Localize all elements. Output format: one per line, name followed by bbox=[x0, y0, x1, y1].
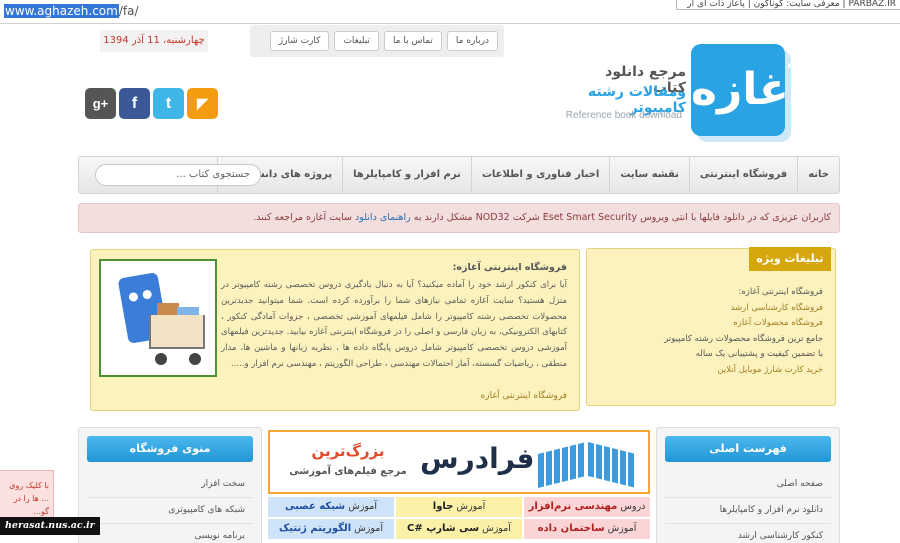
top-nav: درباره ما تماس با ما تبلیغات کارت شارژ bbox=[250, 25, 504, 57]
ads-link[interactable]: فروشگاه کارشناسی ارشد bbox=[597, 301, 823, 317]
online-shop-intro: فروشگاه اینترنتی آغازه: آیا برای کنکور ا… bbox=[90, 249, 580, 411]
logo-subtitle: Reference book download bbox=[565, 110, 682, 121]
main-nav: خانه فروشگاه اینترنتی نقشه سایت اخبار فن… bbox=[78, 156, 840, 194]
url-host: www.aghazeh.com bbox=[4, 4, 119, 18]
shop-menu-list: سخت افزار شبکه های کامپیوتری برنامه نویس… bbox=[87, 472, 253, 543]
special-ads-box: تبلیغات ویژه فروشگاه اینترنتی آغازه: فرو… bbox=[586, 247, 836, 406]
nav-item-tech-news[interactable]: اخبار فناوری و اطلاعات bbox=[470, 157, 610, 193]
shop-intro-link[interactable]: فروشگاه اینترنتی آغازه bbox=[481, 391, 567, 401]
course-link[interactable]: آموزش الگوریتم ژنتیک bbox=[268, 519, 394, 539]
side-floating-note[interactable]: با کلیک روی ... ها را در گو... bbox=[0, 470, 54, 518]
shop-menu: منوی فروشگاه سخت افزار شبکه های کامپیوتر… bbox=[78, 427, 262, 543]
notice-text-after: سایت آغازه مراجعه کنند. bbox=[253, 212, 352, 223]
main-menu: فهرست اصلی صفحه اصلی دانلود نرم افزار و … bbox=[656, 427, 840, 543]
course-link[interactable]: آموزش ساختمان داده bbox=[524, 519, 650, 539]
shopping-cart-icon bbox=[149, 315, 205, 349]
current-date: چهارشنبه، 11 آذر 1394 bbox=[100, 30, 208, 52]
course-row: آموزش ساختمان داده آموزش سی شارپ #C آموز… bbox=[268, 519, 650, 539]
nav-item-online-shop[interactable]: فروشگاه اینترنتی bbox=[688, 157, 797, 193]
banner-brand: فرادرس bbox=[420, 442, 535, 475]
course-row: دروس مهندسی نرم‌افزار آموزش جاوا آموزش ش… bbox=[268, 497, 650, 517]
main-menu-item[interactable]: صفحه اصلی bbox=[665, 472, 831, 498]
faradars-banner[interactable]: فرادرس بزرگ‌ترین مرجع فیلم‌های آموزشی bbox=[268, 430, 650, 494]
ads-line: با تضمین کیفیت و پشتیبانی یک ساله bbox=[695, 349, 823, 359]
google-plus-icon[interactable]: g+ bbox=[85, 88, 116, 119]
browser-url-bar[interactable]: www.aghazeh.com/fa/ PARBAZ.IR | معرفی سا… bbox=[0, 0, 900, 24]
main-menu-item[interactable]: دانلود نرم افزار و کامپایلرها bbox=[665, 498, 831, 524]
course-grid: دروس مهندسی نرم‌افزار آموزش جاوا آموزش ش… bbox=[268, 497, 650, 541]
browser-tab-title[interactable]: PARBAZ.IR | معرفی سایت: گوناگون | پاعاز … bbox=[676, 0, 900, 10]
twitter-icon[interactable]: t bbox=[153, 88, 184, 119]
ads-line: فروشگاه اینترنتی آغازه: bbox=[738, 287, 823, 297]
course-link[interactable]: دروس مهندسی نرم‌افزار bbox=[524, 497, 650, 517]
facebook-icon[interactable]: f bbox=[119, 88, 150, 119]
cart-wheel bbox=[155, 353, 167, 365]
advertising-button[interactable]: تبلیغات bbox=[334, 31, 379, 51]
main-menu-title: فهرست اصلی bbox=[665, 436, 831, 462]
shopping-cart-illustration[interactable] bbox=[99, 259, 217, 377]
course-link[interactable]: آموزش سی شارپ #C bbox=[396, 519, 522, 539]
nav-item-home[interactable]: خانه bbox=[797, 157, 839, 193]
banner-headline: بزرگ‌ترین bbox=[311, 442, 385, 460]
about-us-button[interactable]: درباره ما bbox=[446, 31, 498, 51]
mascot-eye bbox=[142, 289, 153, 300]
mascot-eye bbox=[128, 291, 139, 303]
main-menu-item[interactable]: کنکور کارشناسی ارشد bbox=[665, 524, 831, 543]
special-ads-title: تبلیغات ویژه bbox=[749, 247, 831, 271]
download-guide-link[interactable]: راهنمای دانلود bbox=[355, 212, 411, 223]
source-watermark: herasat.nus.ac.ir bbox=[0, 517, 100, 535]
banner-subline: مرجع فیلم‌های آموزشی bbox=[289, 466, 407, 477]
url-text[interactable]: www.aghazeh.com/fa/ bbox=[4, 4, 139, 18]
nav-item-site-map[interactable]: نقشه سایت bbox=[609, 157, 689, 193]
course-link[interactable]: آموزش شبکه عصبی bbox=[268, 497, 394, 517]
nav-item-software[interactable]: نرم افزار و کامپایلرها bbox=[342, 157, 471, 193]
shop-menu-item[interactable]: برنامه نویسی bbox=[87, 524, 253, 543]
book-logo-icon bbox=[538, 440, 640, 488]
social-links: g+ f t ◤ bbox=[85, 88, 218, 119]
book-search-input[interactable]: جستجوی کتاب ... bbox=[95, 164, 261, 186]
special-ads-list: فروشگاه اینترنتی آغازه: فروشگاه کارشناسی… bbox=[597, 285, 823, 378]
main-nav-items: خانه فروشگاه اینترنتی نقشه سایت اخبار فن… bbox=[216, 157, 839, 193]
rss-icon[interactable]: ◤ bbox=[187, 88, 218, 119]
shop-intro-body: آیا برای کنکور ارشد خود را آماده میکنید؟… bbox=[221, 280, 567, 369]
ads-link[interactable]: فروشگاه محصولات آغازه bbox=[597, 316, 823, 332]
main-menu-list: صفحه اصلی دانلود نرم افزار و کامپایلرها … bbox=[665, 472, 831, 543]
shop-menu-title: منوی فروشگاه bbox=[87, 436, 253, 462]
notice-text-before: کاربران عزیزی که در دانلود فایلها با انت… bbox=[413, 212, 831, 223]
contact-us-button[interactable]: تماس با ما bbox=[383, 31, 442, 51]
download-notice: کاربران عزیزی که در دانلود فایلها با انت… bbox=[78, 203, 840, 233]
shop-menu-item[interactable]: شبکه های کامپیوتری bbox=[87, 498, 253, 524]
site-logo[interactable]: آغازه bbox=[691, 44, 804, 136]
shop-menu-item[interactable]: سخت افزار bbox=[87, 472, 253, 498]
course-link[interactable]: آموزش جاوا bbox=[396, 497, 522, 517]
url-path: /fa/ bbox=[118, 4, 139, 18]
cart-wheel bbox=[189, 353, 201, 365]
ads-link[interactable]: خرید کارت شارژ موبایل آنلاین bbox=[597, 363, 823, 379]
ads-line: جامع ترین فروشگاه محصولات رشته کامپیوتر bbox=[664, 333, 823, 344]
shop-intro-title: فروشگاه اینترنتی آغازه: bbox=[452, 262, 567, 273]
charge-card-button[interactable]: کارت شارژ bbox=[269, 31, 330, 51]
